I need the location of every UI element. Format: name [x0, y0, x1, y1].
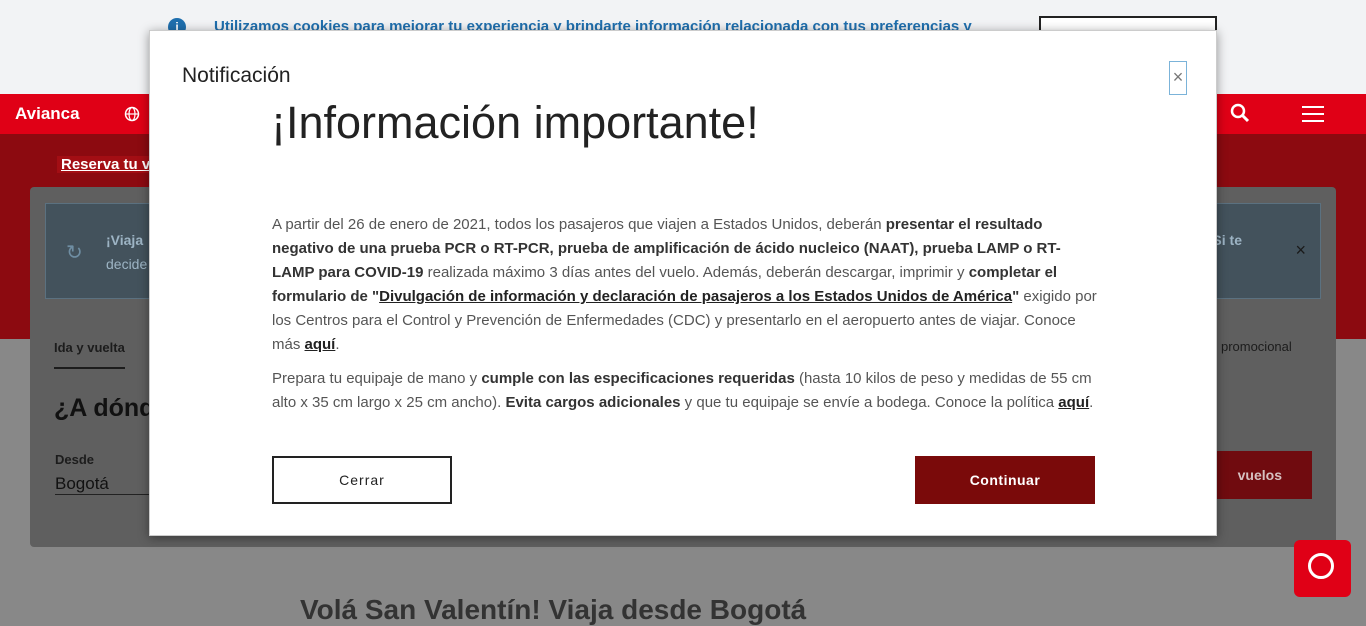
modal-title: Notificación [182, 64, 291, 87]
hamburger-menu-icon[interactable] [1302, 106, 1324, 122]
more-info-link[interactable]: aquí [305, 336, 336, 353]
bold-text: cumple con las especificaciones requerid… [481, 370, 795, 387]
text: Prepara tu equipaje de mano y [272, 370, 482, 387]
text: realizada máximo 3 días antes del vuelo.… [423, 264, 969, 281]
globe-icon[interactable] [124, 106, 140, 122]
search-icon[interactable] [1229, 102, 1251, 124]
alert-text-2: decide [106, 256, 148, 272]
support-chat-button[interactable] [1294, 540, 1351, 597]
text: . [1089, 394, 1094, 411]
desde-label: Desde [55, 452, 95, 467]
text: . [335, 336, 340, 353]
baggage-policy-link[interactable]: aquí [1058, 394, 1089, 411]
avianca-logo[interactable]: Avianca [15, 104, 80, 124]
tab-ida-y-vuelta[interactable]: Ida y vuelta [54, 340, 125, 369]
close-icon[interactable]: × [1169, 61, 1187, 95]
baggage-info-paragraph: Prepara tu equipaje de mano y cumple con… [272, 367, 1102, 415]
continue-button[interactable]: Continuar [915, 456, 1095, 504]
notification-modal: Notificación × ¡Información importante! … [149, 30, 1217, 536]
text: y que tu equipaje se envíe a bodega. Con… [680, 394, 1059, 411]
reserva-link[interactable]: Reserva tu vu [57, 156, 164, 173]
desde-input[interactable]: Bogotá [55, 474, 155, 495]
promo-heading: Volá San Valentín! Viaja desde Bogotá [300, 594, 807, 625]
cdc-form-link[interactable]: Divulgación de información y declaración… [379, 288, 1012, 305]
text: A partir del 26 de enero de 2021, todos … [272, 216, 886, 233]
headset-icon [1308, 553, 1334, 579]
modal-headline: ¡Información importante! [271, 97, 759, 148]
close-icon[interactable]: × [1295, 240, 1306, 261]
alert-text: ¡Viaja [106, 232, 144, 248]
close-button[interactable]: Cerrar [272, 456, 452, 504]
refresh-icon: ↻ [66, 242, 83, 264]
bold-text: Evita cargos adicionales [505, 394, 681, 411]
covid-info-paragraph: A partir del 26 de enero de 2021, todos … [272, 213, 1102, 357]
